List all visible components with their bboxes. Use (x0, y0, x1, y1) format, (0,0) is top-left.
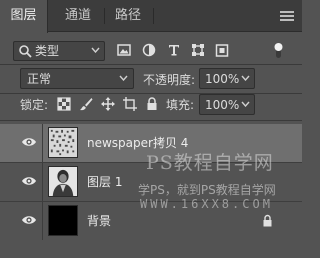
watermark-slogan: 学PS，就到PS教程自学网 (138, 183, 276, 197)
filter-kind-label: 类型 (35, 44, 60, 58)
lock-artboard-icon[interactable] (123, 97, 137, 111)
layer-thumbnail-noise (48, 127, 78, 158)
tab-divider (153, 8, 154, 24)
image-filter-icon[interactable] (117, 43, 131, 57)
toolbar-divider (0, 120, 302, 121)
blend-mode-value: 正常 (27, 72, 52, 86)
lock-image-pixels-icon[interactable] (79, 97, 93, 111)
tab-channels[interactable]: 通道 (56, 0, 100, 32)
hamburger-menu-icon[interactable] (280, 9, 294, 23)
layer-thumbnail-black (48, 205, 78, 236)
filter-toggle-icon[interactable] (270, 42, 287, 59)
shape-filter-icon[interactable] (191, 43, 205, 57)
watermark-url: WWW.16XX8.COM (140, 197, 273, 211)
fill-value: 100% (205, 98, 240, 112)
eye-icon[interactable] (21, 175, 37, 187)
lock-position-icon[interactable] (101, 97, 115, 111)
search-icon (19, 45, 32, 58)
type-filter-icon[interactable] (167, 43, 181, 57)
chevron-down-icon (91, 47, 100, 53)
layer-lock-icon[interactable] (262, 214, 273, 227)
adjustment-filter-icon[interactable] (142, 43, 156, 57)
watermark-title: PS教程自学网 (146, 152, 274, 174)
opacity-field[interactable]: 100% (199, 68, 255, 89)
toolbar-divider (0, 93, 302, 94)
chevron-down-icon (241, 101, 250, 107)
lock-label: 锁定: (20, 98, 49, 112)
visibility-divider (42, 163, 43, 201)
filter-kind-select[interactable]: 类型 (13, 41, 105, 61)
tab-divider (104, 8, 105, 24)
layer-thumbnail-portrait (48, 166, 78, 197)
chevron-down-icon (119, 75, 128, 81)
smart-object-filter-icon[interactable] (215, 43, 229, 57)
fill-field[interactable]: 100% (199, 94, 255, 115)
fill-label: 填充: (166, 98, 195, 112)
toolbar-divider (0, 64, 302, 65)
layer-name[interactable]: 背景 (87, 214, 111, 228)
chevron-down-icon (241, 75, 250, 81)
eye-icon[interactable] (21, 136, 37, 148)
opacity-value: 100% (205, 72, 240, 86)
visibility-divider (42, 124, 43, 162)
opacity-label: 不透明度: (143, 73, 196, 87)
layer-name[interactable]: 图层 1 (87, 175, 122, 189)
visibility-divider (42, 202, 43, 240)
panel-tab-bar: 图层 通道 路径 (0, 0, 302, 33)
blend-mode-select[interactable]: 正常 (20, 68, 134, 89)
lock-all-icon[interactable] (145, 97, 159, 111)
lock-transparent-pixels-icon[interactable] (57, 97, 71, 111)
tab-paths[interactable]: 路径 (106, 0, 150, 32)
tab-layers[interactable]: 图层 (0, 0, 48, 33)
layers-panel: 图层 通道 路径 类型 正常 不透明度: 100% 锁定: 填充: 100% n… (0, 0, 302, 258)
eye-icon[interactable] (21, 214, 37, 226)
